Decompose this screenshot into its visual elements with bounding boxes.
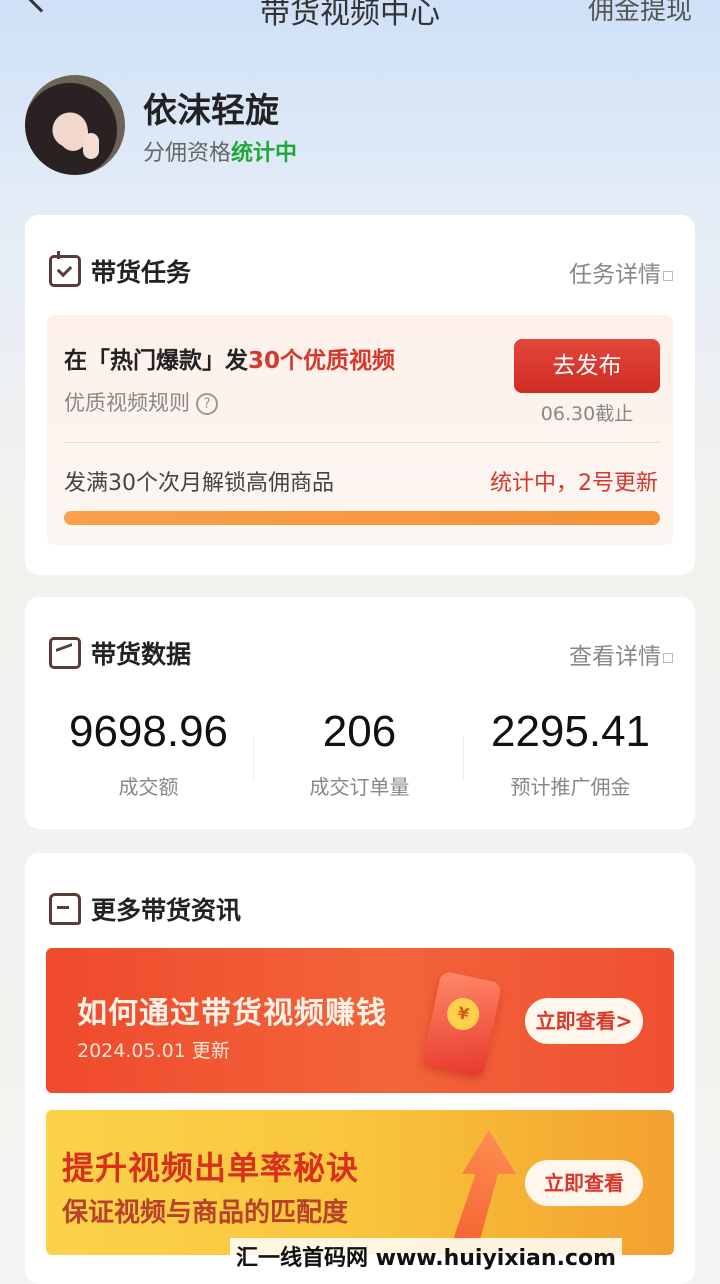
status-text: 统计中，2号更新 <box>490 471 658 496</box>
publish-button[interactable]: 去发布 <box>514 339 660 393</box>
page-title: 带货视频中心 <box>260 0 440 31</box>
task-highlight: 30个优质视频 <box>248 348 396 374</box>
banner-earn-money[interactable]: 如何通过带货视频赚钱 2024.05.01 更新 ¥ 立即查看> <box>46 948 674 1093</box>
quality-rule-link[interactable]: 优质视频规则? <box>64 387 218 417</box>
banner-subtitle: 保证视频与商品的匹配度 <box>62 1198 349 1228</box>
progress-bar <box>64 511 660 525</box>
unlock-text: 发满30个次月解锁高佣商品 <box>64 471 334 496</box>
banner-order-tips[interactable]: 提升视频出单率秘诀 保证视频与商品的匹配度 立即查看 <box>46 1110 674 1255</box>
chevron-right-icon <box>663 270 673 281</box>
task-card-header: 带货任务 <box>49 251 191 291</box>
stat-label: 预计推广佣金 <box>510 775 631 799</box>
task-description: 在「热门爆款」发30个优质视频 <box>64 341 395 375</box>
stat-value: 2295.41 <box>490 707 651 756</box>
calendar-check-icon <box>49 251 81 287</box>
red-envelope-icon: ¥ <box>421 970 503 1078</box>
back-arrow-icon[interactable] <box>25 0 57 13</box>
top-bar: 带货视频中心 佣金提现 <box>0 0 720 31</box>
banner-subtitle: 2024.05.01 更新 <box>77 1040 230 1062</box>
stat-value: 9698.96 <box>68 707 229 756</box>
task-detail-label: 任务详情 <box>569 262 661 288</box>
deadline-text: 06.30截止 <box>540 403 634 425</box>
qualification-label: 分佣资格 <box>143 141 232 166</box>
withdraw-link[interactable]: 佣金提现 <box>588 0 692 27</box>
growth-arrow-icon <box>453 1130 516 1240</box>
user-name: 依沫轻旋 <box>143 91 279 131</box>
question-icon: ? <box>196 393 218 415</box>
avatar[interactable] <box>25 75 125 175</box>
task-box: 在「热门爆款」发30个优质视频 优质视频规则? 去发布 06.30截止 发满30… <box>47 315 673 545</box>
data-card-header: 带货数据 <box>49 633 191 673</box>
qualification-line: 分佣资格统计中 <box>143 135 297 167</box>
data-detail-label: 查看详情 <box>569 644 661 670</box>
banner-view-button[interactable]: 立即查看 <box>525 1160 643 1206</box>
chart-icon <box>49 637 81 669</box>
task-card: 带货任务 任务详情 在「热门爆款」发30个优质视频 优质视频规则? 去发布 06… <box>25 215 695 575</box>
stats-row: 9698.96 成交额 206 成交订单量 2295.41 预计推广佣金 <box>25 707 695 807</box>
avatar-hand <box>83 133 99 159</box>
banner-title: 如何通过带货视频赚钱 <box>77 996 387 1031</box>
rule-label: 优质视频规则 <box>64 391 190 415</box>
stat-commission[interactable]: 2295.41 预计推广佣金 <box>459 707 682 800</box>
task-prefix: 在「热门爆款」发 <box>64 348 248 374</box>
info-card-header: 更多带货资讯 <box>49 889 241 929</box>
task-card-title: 带货任务 <box>91 258 192 287</box>
stat-label: 成交订单量 <box>309 775 410 799</box>
yuan-coin-icon: ¥ <box>444 995 483 1033</box>
progress-fill <box>64 511 660 525</box>
data-card-title: 带货数据 <box>91 640 192 669</box>
shopping-bag-icon <box>49 893 81 925</box>
stat-label: 成交额 <box>118 775 179 799</box>
data-detail-link[interactable]: 查看详情 <box>569 637 673 671</box>
banner-view-button[interactable]: 立即查看> <box>525 998 643 1044</box>
qualification-status: 统计中 <box>231 141 298 166</box>
chevron-right-icon <box>663 652 673 663</box>
stat-value: 206 <box>322 707 397 756</box>
stat-gmv[interactable]: 9698.96 成交额 <box>37 707 260 800</box>
info-card-title: 更多带货资讯 <box>91 896 242 925</box>
banner-title: 提升视频出单率秘诀 <box>62 1149 360 1187</box>
info-card: 更多带货资讯 如何通过带货视频赚钱 2024.05.01 更新 ¥ 立即查看> … <box>25 853 695 1284</box>
profile-section: 依沫轻旋 分佣资格统计中 <box>25 75 685 175</box>
divider <box>64 442 660 443</box>
data-card: 带货数据 查看详情 9698.96 成交额 206 成交订单量 2295.41 … <box>25 597 695 829</box>
watermark: 汇一线首码网 www.huiyixian.com <box>230 1238 623 1274</box>
stat-orders[interactable]: 206 成交订单量 <box>248 707 471 800</box>
task-detail-link[interactable]: 任务详情 <box>569 255 673 289</box>
